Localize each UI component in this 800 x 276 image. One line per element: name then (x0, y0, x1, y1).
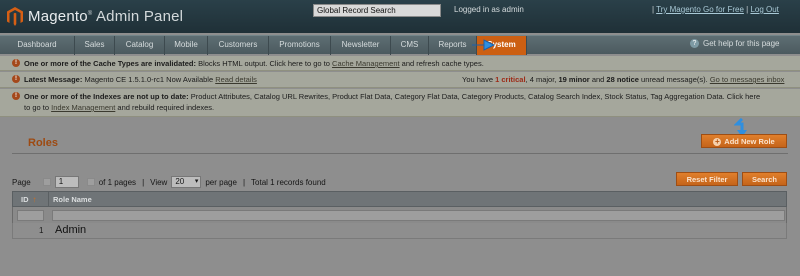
logged-in-text: Logged in as admin (454, 5, 524, 14)
roles-grid: ID ↑ Role Name 1 Admin (12, 191, 787, 239)
pager: Page 1 of 1 pages | View 20 per page | T… (12, 176, 326, 188)
nav-mobile[interactable]: Mobile (165, 36, 208, 55)
column-id-label: ID (21, 195, 29, 204)
messages-inbox-link[interactable]: Go to messages inbox (710, 75, 785, 84)
latest-text: Magento CE 1.5.1.0-rc1 Now Available (82, 75, 216, 84)
summary-suffix: unread message(s). (638, 75, 710, 84)
per-page-select[interactable]: 20 (171, 176, 202, 188)
add-new-role-label: Add New Role (724, 137, 775, 146)
role-name-filter-input[interactable] (52, 210, 785, 221)
pointer-arrow-icon (472, 39, 496, 51)
global-search-input[interactable]: Global Record Search (313, 4, 441, 17)
column-role-name[interactable]: Role Name (53, 192, 92, 207)
row-id: 1 (39, 226, 44, 235)
top-separator: | (652, 5, 655, 14)
help-label: Get help for this page (703, 39, 780, 48)
top-links: | Try Magento Go for Free | Log Out (652, 5, 779, 14)
page-label: Page (12, 177, 31, 187)
nav-sales[interactable]: Sales (75, 36, 115, 55)
cache-text2: and refresh cache types. (399, 59, 484, 68)
top-separator-2: | (746, 5, 749, 14)
records-found: Total 1 records found (251, 177, 326, 187)
minor-count: 19 minor (558, 75, 590, 84)
nav-catalog[interactable]: Catalog (115, 36, 165, 55)
filter-row (12, 207, 787, 223)
nav-newsletter[interactable]: Newsletter (331, 36, 391, 55)
index-bold: One or more of the Indexes are not up to… (24, 92, 189, 101)
help-link[interactable]: ? Get help for this page (690, 39, 780, 48)
magento-logo-icon (6, 6, 24, 26)
index-text3: and rebuild required indexes. (115, 103, 215, 112)
summary-prefix: You have (462, 75, 496, 84)
index-text1: Product Attributes, Catalog URL Rewrites… (188, 92, 761, 101)
read-details-link[interactable]: Read details (215, 75, 257, 84)
unread-summary: You have 1 critical, 4 major, 19 minor a… (462, 74, 784, 85)
nav-promotions[interactable]: Promotions (269, 36, 331, 55)
page-title: Roles (28, 137, 58, 149)
view-label: View (150, 177, 168, 187)
index-management-link[interactable]: Index Management (51, 103, 115, 112)
nav-dashboard[interactable]: Dashboard (0, 36, 75, 55)
notice-count: 28 notice (606, 75, 639, 84)
nav-customers[interactable]: Customers (208, 36, 269, 55)
sort-arrow-icon: ↑ (32, 195, 37, 204)
add-new-role-button[interactable]: + Add New Role (701, 134, 787, 148)
brand-name: Magento (28, 7, 88, 25)
latest-message: ! Latest Message: Magento CE 1.5.1.0-rc1… (0, 72, 800, 88)
column-id[interactable]: ID ↑ (21, 192, 37, 207)
nav-cms[interactable]: CMS (391, 36, 429, 55)
latest-bold: Latest Message: (24, 75, 83, 84)
cache-bold: One or more of the Cache Types are inval… (24, 59, 196, 68)
row-role-name: Admin (55, 224, 87, 236)
cache-text1: Blocks HTML output. Click here to go to (196, 59, 333, 68)
top-header: Magento® Admin Panel Global Record Searc… (0, 0, 800, 33)
reset-filter-button[interactable]: Reset Filter (676, 172, 738, 186)
logo[interactable]: Magento® Admin Panel (6, 6, 183, 26)
id-filter-input[interactable] (17, 210, 44, 221)
brand-suffix: Admin Panel (95, 7, 184, 25)
table-row[interactable]: 1 Admin (12, 223, 787, 239)
pager-separator-2: | (242, 177, 246, 187)
warning-icon: ! (12, 75, 20, 83)
cache-management-link[interactable]: Cache Management (332, 59, 400, 68)
title-divider (12, 153, 788, 154)
per-page-label: per page (205, 177, 237, 187)
search-button[interactable]: Search (742, 172, 787, 186)
prev-page-icon[interactable] (42, 178, 51, 186)
index-message: ! One or more of the Indexes are not up … (0, 89, 800, 117)
next-page-icon[interactable] (86, 178, 95, 186)
page-input[interactable]: 1 (54, 176, 79, 188)
grid-header: ID ↑ Role Name (12, 191, 787, 207)
warning-icon: ! (12, 59, 20, 67)
of-pages: of 1 pages (98, 177, 137, 187)
plus-icon: + (713, 137, 722, 147)
cache-message: ! One or more of the Cache Types are inv… (0, 56, 800, 71)
critical-count: 1 critical (495, 75, 526, 84)
major-count: , 4 major, (525, 75, 559, 84)
warning-icon: ! (12, 92, 20, 100)
column-divider (48, 192, 49, 207)
pager-separator: | (142, 177, 145, 187)
index-text2: to go to (24, 103, 52, 112)
help-icon: ? (690, 39, 699, 48)
try-magento-go-link[interactable]: Try Magento Go for Free (656, 5, 744, 14)
logout-link[interactable]: Log Out (750, 5, 778, 14)
and-text: and (589, 75, 607, 84)
main-nav: Dashboard Sales Catalog Mobile Customers… (0, 35, 800, 55)
